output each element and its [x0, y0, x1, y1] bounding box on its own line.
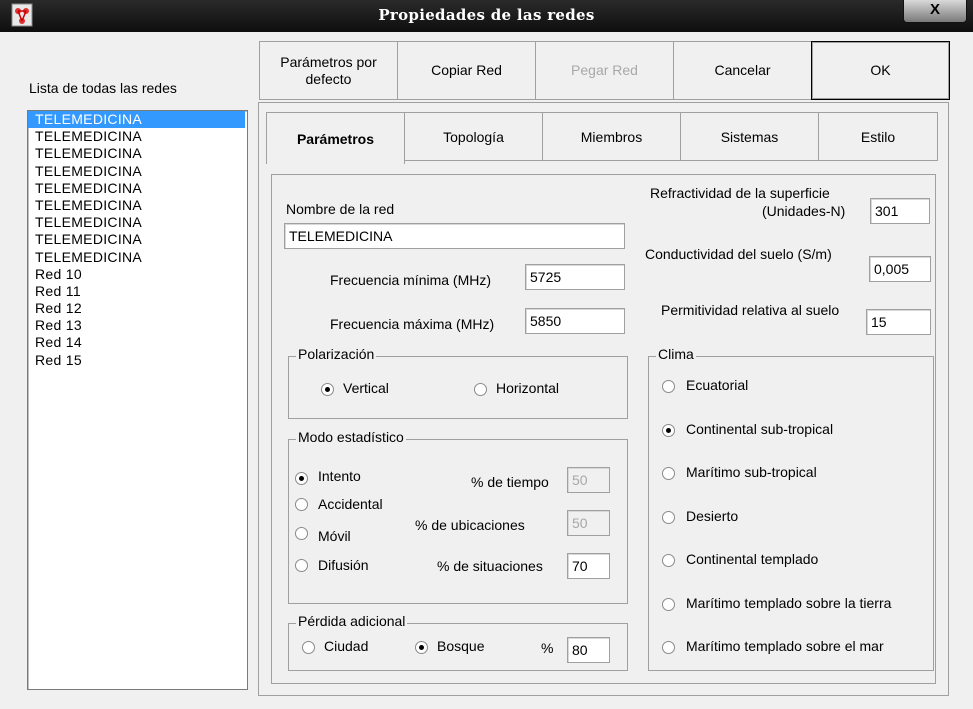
network-name-label: Nombre de la red: [286, 201, 395, 217]
movil-label: Móvil: [318, 528, 351, 544]
city-radio[interactable]: [302, 641, 315, 654]
climate-desert-radio[interactable]: [662, 511, 675, 524]
refractivity-label-1: Refractividad de la superficie: [650, 185, 830, 201]
network-list-item[interactable]: TELEMEDICINA: [28, 214, 247, 231]
climate-legend: Clima: [656, 346, 696, 362]
refractivity-input[interactable]: 301: [870, 198, 930, 224]
network-list-item[interactable]: Red 11: [28, 283, 247, 300]
accidental-radio[interactable]: [295, 498, 308, 511]
network-list-item[interactable]: TELEMEDICINA: [28, 197, 247, 214]
climate-continental-subtropical-radio[interactable]: [662, 424, 675, 437]
situations-percent-label: % de situaciones: [437, 558, 543, 574]
city-label: Ciudad: [324, 638, 369, 654]
climate-equatorial-label: Ecuatorial: [686, 377, 749, 393]
time-percent-label: % de tiempo: [471, 474, 549, 490]
network-list-item[interactable]: Red 12: [28, 300, 247, 317]
statistical-mode-legend: Modo estadístico: [296, 429, 406, 445]
intento-label: Intento: [318, 468, 361, 484]
forest-radio[interactable]: [415, 641, 428, 654]
situations-percent-input[interactable]: 70: [567, 553, 610, 579]
tab-estilo[interactable]: Estilo: [818, 112, 938, 161]
difusion-label: Difusión: [318, 557, 369, 573]
vertical-label: Vertical: [343, 380, 389, 396]
network-list-item[interactable]: TELEMEDICINA: [28, 111, 245, 129]
climate-equatorial-radio[interactable]: [662, 380, 675, 393]
max-frequency-label: Frecuencia máxima (MHz): [330, 316, 495, 332]
ok-button[interactable]: OK: [811, 41, 950, 100]
tab-topologia[interactable]: Topología: [404, 112, 543, 161]
network-listbox[interactable]: TELEMEDICINA TELEMEDICINA TELEMEDICINA TELE…: [27, 110, 248, 690]
permittivity-input[interactable]: 15: [866, 309, 931, 335]
network-properties-window: Propiedades de las redes X Lista de toda…: [0, 0, 973, 709]
network-list-item[interactable]: Red 14: [28, 334, 247, 351]
climate-maritime-temperate-sea-label: Marítimo templado sobre el mar: [686, 638, 884, 654]
defaults-button[interactable]: Parámetros por defecto: [259, 41, 398, 100]
close-button[interactable]: X: [903, 0, 967, 23]
loss-percent-label: %: [541, 640, 554, 656]
network-list-item[interactable]: TELEMEDICINA: [28, 145, 247, 162]
climate-desert-label: Desierto: [686, 508, 739, 524]
movil-radio[interactable]: [295, 527, 308, 540]
climate-continental-temperate-label: Continental templado: [686, 551, 819, 567]
difusion-radio[interactable]: [295, 559, 308, 572]
max-frequency-input[interactable]: 5850: [525, 308, 625, 334]
conductivity-input[interactable]: 0,005: [869, 256, 931, 282]
permittivity-label: Permitividad relativa al suelo: [661, 302, 840, 318]
network-list-item[interactable]: TELEMEDICINA: [28, 231, 247, 248]
tab-sistemas[interactable]: Sistemas: [680, 112, 819, 161]
horizontal-label: Horizontal: [496, 380, 560, 396]
cancel-button[interactable]: Cancelar: [673, 41, 812, 100]
min-frequency-input[interactable]: 5725: [525, 264, 625, 290]
defaults-button-line2: defecto: [305, 70, 352, 87]
horizontal-radio[interactable]: [474, 383, 487, 396]
climate-continental-temperate-radio[interactable]: [662, 554, 675, 567]
paste-network-button[interactable]: Pegar Red: [535, 41, 674, 100]
accidental-label: Accidental: [318, 496, 383, 512]
climate-maritime-subtropical-radio[interactable]: [662, 467, 675, 480]
tab-parametros[interactable]: Parámetros: [266, 112, 405, 164]
defaults-button-line1: Parámetros por: [280, 53, 377, 70]
network-list-item[interactable]: Red 15: [28, 352, 247, 369]
network-list-item[interactable]: TELEMEDICINA: [28, 180, 247, 197]
climate-maritime-temperate-land-label: Marítimo templado sobre la tierra: [686, 595, 892, 611]
polarization-group: [288, 356, 628, 419]
loss-percent-input[interactable]: 80: [567, 637, 610, 663]
network-list-item[interactable]: Red 13: [28, 317, 247, 334]
refractivity-label-2: (Unidades-N): [762, 203, 846, 219]
polarization-legend: Polarización: [296, 346, 377, 362]
locations-percent-input[interactable]: 50: [567, 510, 610, 536]
intento-radio[interactable]: [295, 472, 308, 485]
network-list-item[interactable]: TELEMEDICINA: [28, 163, 247, 180]
vertical-radio[interactable]: [321, 383, 334, 396]
climate-maritime-subtropical-label: Marítimo sub-tropical: [686, 464, 817, 480]
network-list-item[interactable]: TELEMEDICINA: [28, 249, 247, 266]
network-name-input[interactable]: TELEMEDICINA: [284, 223, 625, 249]
climate-continental-subtropical-label: Continental sub-tropical: [686, 421, 834, 437]
tab-miembros[interactable]: Miembros: [542, 112, 681, 161]
window-title: Propiedades de las redes: [378, 6, 595, 24]
copy-network-button[interactable]: Copiar Red: [397, 41, 536, 100]
forest-label: Bosque: [437, 638, 485, 654]
additional-loss-legend: Pérdida adicional: [296, 613, 408, 629]
locations-percent-label: % de ubicaciones: [415, 517, 525, 533]
conductivity-label: Conductividad del suelo (S/m): [645, 246, 832, 262]
climate-maritime-temperate-land-radio[interactable]: [662, 598, 675, 611]
network-list-label: Lista de todas las redes: [29, 80, 177, 96]
network-list-item[interactable]: Red 10: [28, 266, 247, 283]
title-bar[interactable]: Propiedades de las redes X: [0, 0, 973, 32]
time-percent-input[interactable]: 50: [567, 467, 610, 493]
climate-maritime-temperate-sea-radio[interactable]: [662, 641, 675, 654]
network-list-item[interactable]: TELEMEDICINA: [28, 128, 247, 145]
min-frequency-label: Frecuencia mínima (MHz): [330, 272, 492, 288]
